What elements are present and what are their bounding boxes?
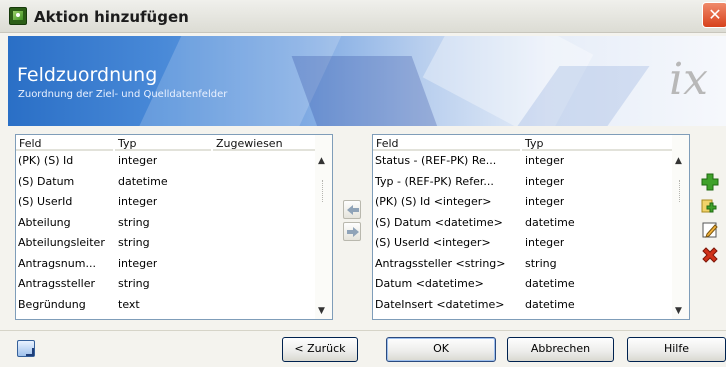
ok-button[interactable]: OK xyxy=(386,337,496,362)
list-item[interactable]: (S) Datum datetime xyxy=(16,173,315,194)
footer-divider xyxy=(0,330,726,331)
add-button[interactable] xyxy=(701,173,719,191)
window-title: Aktion hinzufügen xyxy=(34,8,189,26)
list-item[interactable]: Antragssteller string xyxy=(16,275,315,296)
logo: ix xyxy=(669,54,708,105)
list-item[interactable]: (S) UserId integer xyxy=(16,193,315,214)
scroll-thumb[interactable] xyxy=(679,180,681,202)
window-icon[interactable] xyxy=(17,340,35,357)
list-item[interactable]: Abteilung string xyxy=(16,214,315,235)
list-item[interactable]: (S) UserId <integer> integer xyxy=(373,234,672,255)
close-button[interactable]: ✕ xyxy=(702,2,726,28)
list-item[interactable]: (PK) (S) Id <integer> integer xyxy=(373,193,672,214)
list-item[interactable]: Begründung text xyxy=(16,296,315,317)
scroll-up-icon[interactable]: ▲ xyxy=(318,156,325,166)
list-header: Feld Typ xyxy=(373,135,673,151)
list-item[interactable]: Datum <datetime> datetime xyxy=(373,275,672,296)
scrollbar[interactable]: ▲ ▼ xyxy=(315,135,332,319)
delete-button[interactable] xyxy=(701,246,719,264)
close-icon: ✕ xyxy=(708,5,722,24)
list-header: Feld Typ Zugewiesen xyxy=(16,135,316,151)
scrollbar[interactable]: ▲ ▼ xyxy=(672,135,689,319)
move-right-button[interactable] xyxy=(343,222,361,241)
source-field-list[interactable]: Feld Typ Zugewiesen (PK) (S) Id integer (… xyxy=(15,134,333,320)
edit-icon xyxy=(702,222,718,238)
page-subtitle: Zuordnung der Ziel- und Quelldatenfelder xyxy=(18,89,228,100)
list-item[interactable]: Status - (REF-PK) Re... integer xyxy=(373,152,672,173)
add-fields-icon xyxy=(701,199,717,213)
list-item[interactable]: (PK) (S) Id integer xyxy=(16,152,315,173)
list-item[interactable]: Abteilungsleiter string xyxy=(16,234,315,255)
help-button[interactable]: Hilfe xyxy=(627,337,726,362)
list-item[interactable]: DateInsert <datetime> datetime xyxy=(373,296,672,317)
scroll-thumb[interactable] xyxy=(322,180,324,202)
add-icon xyxy=(701,173,719,191)
page-title: Feldzuordnung xyxy=(17,64,158,86)
list-item[interactable]: Antragssteller <string> string xyxy=(373,255,672,276)
scroll-down-icon[interactable]: ▼ xyxy=(675,306,682,316)
cancel-button[interactable]: Abbrechen xyxy=(507,337,614,362)
title-bar[interactable]: Aktion hinzufügen ✕ xyxy=(0,0,726,33)
scroll-up-icon[interactable]: ▲ xyxy=(675,156,682,166)
back-button[interactable]: < Zurück xyxy=(282,337,358,362)
header-banner: Feldzuordnung Zuordnung der Ziel- und Qu… xyxy=(8,36,726,126)
arrow-right-icon xyxy=(347,227,359,237)
target-field-list[interactable]: Feld Typ Status - (REF-PK) Re... integer … xyxy=(372,134,690,320)
list-item[interactable]: Antragsnum... integer xyxy=(16,255,315,276)
scroll-down-icon[interactable]: ▼ xyxy=(318,306,325,316)
edit-button[interactable] xyxy=(701,221,719,239)
arrow-left-icon xyxy=(347,205,359,215)
list-item[interactable]: Typ - (REF-PK) Refer... integer xyxy=(373,173,672,194)
app-icon xyxy=(9,7,27,25)
move-left-button[interactable] xyxy=(343,200,361,219)
delete-icon xyxy=(702,247,718,263)
add-fields-button[interactable] xyxy=(701,197,719,215)
dialog-window: Aktion hinzufügen ✕ Feldzuordnung Zuordn… xyxy=(0,0,726,367)
list-item[interactable]: (S) Datum <datetime> datetime xyxy=(373,214,672,235)
